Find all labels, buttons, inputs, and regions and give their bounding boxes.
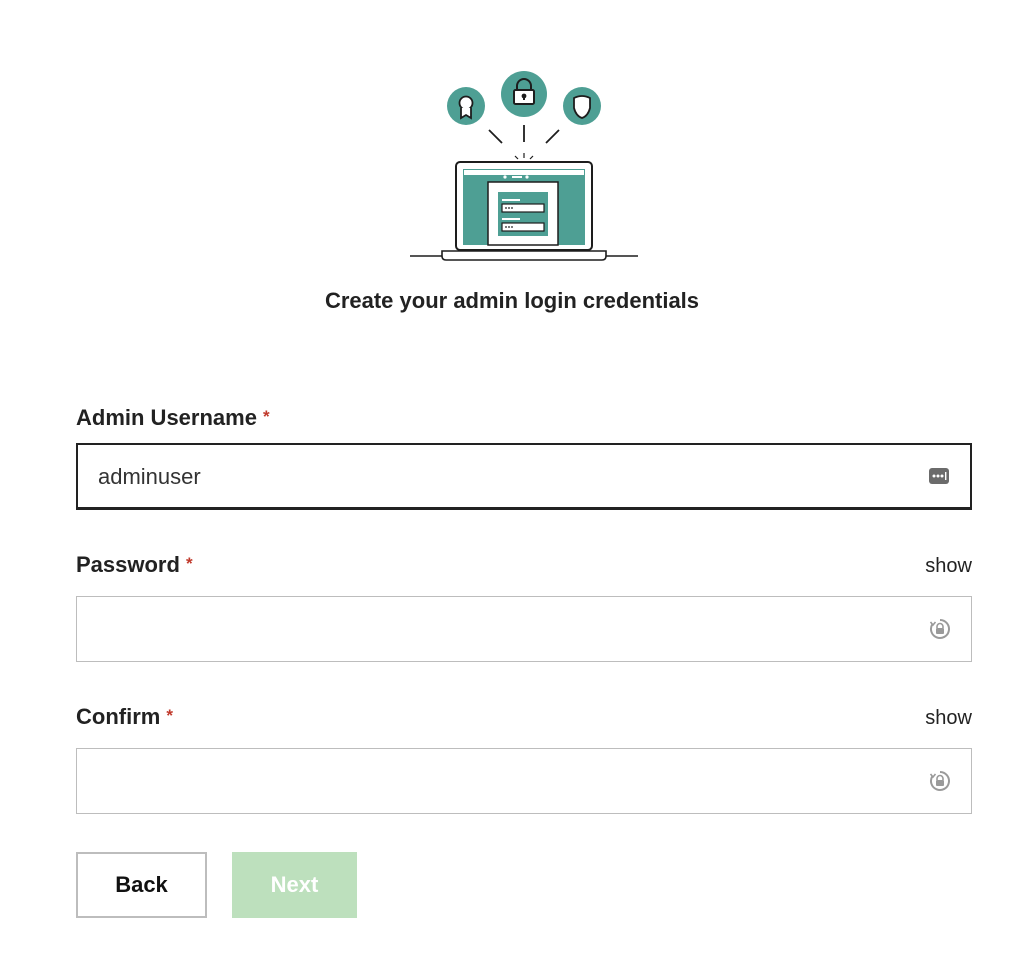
confirm-label-text: Confirm	[76, 704, 161, 729]
username-label-text: Admin Username	[76, 405, 257, 430]
password-manager-icon[interactable]	[929, 618, 951, 640]
username-field[interactable]	[76, 443, 972, 510]
password-input[interactable]	[95, 597, 919, 663]
username-label: Admin Username *	[76, 405, 270, 431]
award-icon	[447, 87, 485, 125]
required-mark: *	[166, 706, 173, 725]
page-title: Create your admin login credentials	[324, 288, 700, 313]
confirm-field[interactable]	[76, 748, 972, 815]
password-manager-icon[interactable]	[929, 770, 951, 792]
required-mark: *	[185, 554, 193, 573]
shield-icon	[563, 87, 601, 125]
next-button[interactable]: Next	[232, 852, 357, 918]
password-label: Password *	[76, 552, 193, 578]
lock-icon	[501, 71, 547, 117]
username-input[interactable]	[96, 445, 920, 509]
autofill-dots-icon[interactable]	[928, 465, 950, 487]
laptop-icon	[410, 161, 638, 261]
confirm-label: Confirm *	[76, 704, 173, 730]
password-field[interactable]	[76, 596, 972, 663]
password-label-text: Password	[76, 552, 180, 577]
back-button[interactable]: Back	[76, 852, 207, 918]
confirm-input[interactable]	[95, 749, 919, 815]
required-mark: *	[262, 407, 270, 426]
laptop-security-illustration	[410, 71, 638, 261]
confirm-show-toggle[interactable]: show	[925, 707, 972, 730]
password-show-toggle[interactable]: show	[925, 555, 972, 578]
